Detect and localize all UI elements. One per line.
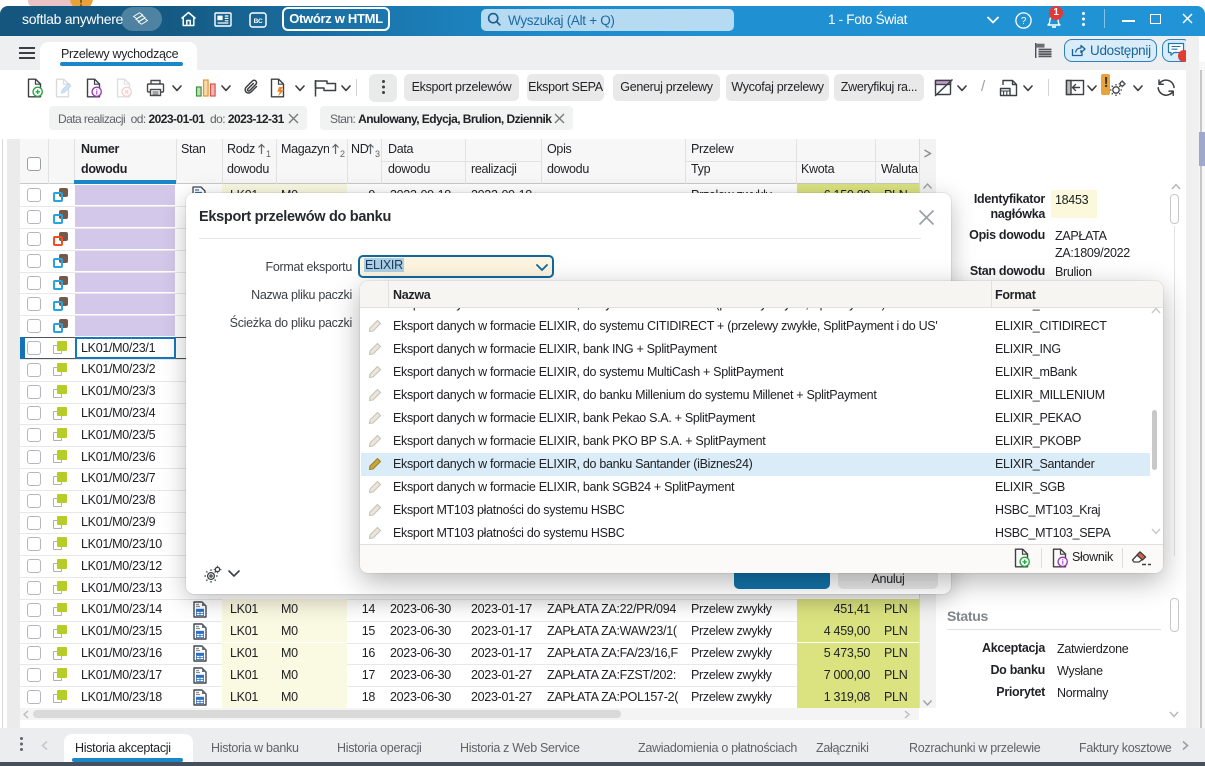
svg-text:BC: BC — [254, 18, 263, 25]
svg-text:i: i — [1062, 558, 1064, 567]
svg-text:i: i — [96, 88, 98, 97]
svg-text:?: ? — [1021, 16, 1027, 27]
